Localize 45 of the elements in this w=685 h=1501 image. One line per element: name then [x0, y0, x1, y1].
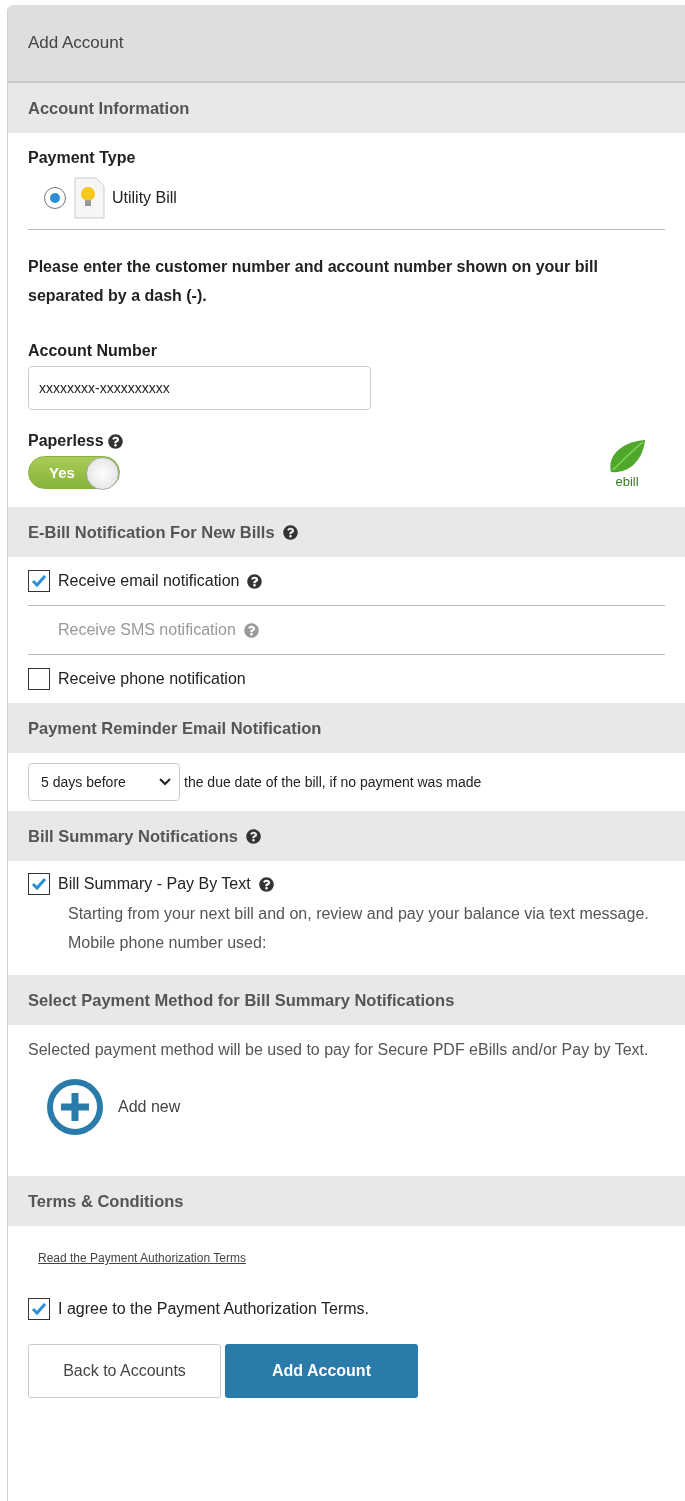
- checkbox-label: Bill Summary - Pay By Text: [58, 875, 251, 893]
- check-icon: [31, 574, 47, 588]
- phone-label: Mobile phone number used:: [68, 933, 268, 953]
- help-icon[interactable]: [245, 828, 261, 844]
- days-select[interactable]: 5 days before: [28, 763, 180, 801]
- section-title: Select Payment Method for Bill Summary Notifications: [28, 990, 455, 1010]
- checkbox[interactable]: [28, 570, 50, 592]
- account-number-field[interactable]: xxxxxxxx-xxxxxxxxxx: [28, 366, 371, 410]
- section-title: Account Information: [28, 98, 190, 118]
- terms-link[interactable]: Read the Payment Authorization Terms: [38, 1251, 246, 1265]
- field-label: Account Number: [28, 342, 158, 360]
- instruction-text: Please enter the customer number and account number shown on your bill separated by a dash (-).: [28, 257, 599, 306]
- description-text: Starting from your next bill and on, review and pay your balance via text message.: [68, 904, 650, 924]
- checkbox-label: I agree to the Payment Authorization Terms.: [58, 1300, 369, 1318]
- help-icon[interactable]: [107, 433, 123, 449]
- check-icon: [31, 877, 47, 891]
- plus-circle-icon[interactable]: [46, 1078, 104, 1136]
- radio-button[interactable]: [44, 187, 66, 209]
- ebill-label: ebill: [615, 474, 639, 489]
- section-title: E-Bill Notification For New Bills: [28, 522, 275, 542]
- checkbox-label: Receive phone notification: [58, 670, 246, 688]
- checkbox[interactable]: [28, 668, 50, 690]
- submit-button[interactable]: Add Account: [225, 1344, 418, 1398]
- option-label: Utility Bill: [112, 189, 177, 207]
- checkbox[interactable]: [28, 1298, 50, 1320]
- panel-title: Add Account: [28, 33, 124, 53]
- checkbox[interactable]: [28, 873, 50, 895]
- field-label: Payment Type: [28, 149, 137, 167]
- section-title: Terms & Conditions: [28, 1191, 184, 1211]
- help-icon[interactable]: [282, 524, 298, 540]
- check-icon: [31, 1302, 47, 1316]
- chevron-down-icon: [159, 778, 171, 786]
- add-new-button[interactable]: Add new: [118, 1098, 181, 1116]
- help-icon[interactable]: [258, 876, 274, 892]
- back-button[interactable]: Back to Accounts: [28, 1344, 221, 1398]
- leaf-icon: [607, 438, 647, 474]
- field-label: Paperless: [28, 432, 104, 450]
- checkbox-label: Receive email notification: [58, 572, 240, 590]
- reminder-text: the due date of the bill, if no payment was made: [184, 774, 482, 790]
- checkbox-label: Receive SMS notification: [58, 621, 236, 639]
- section-title: Bill Summary Notifications: [28, 826, 238, 846]
- section-title: Payment Reminder Email Notification: [28, 718, 322, 738]
- description-text: Selected payment method will be used to pay for Secure PDF eBills and/or Pay by Text.: [28, 1040, 650, 1060]
- help-icon[interactable]: [247, 573, 263, 589]
- lightbulb-document-icon: [72, 177, 106, 219]
